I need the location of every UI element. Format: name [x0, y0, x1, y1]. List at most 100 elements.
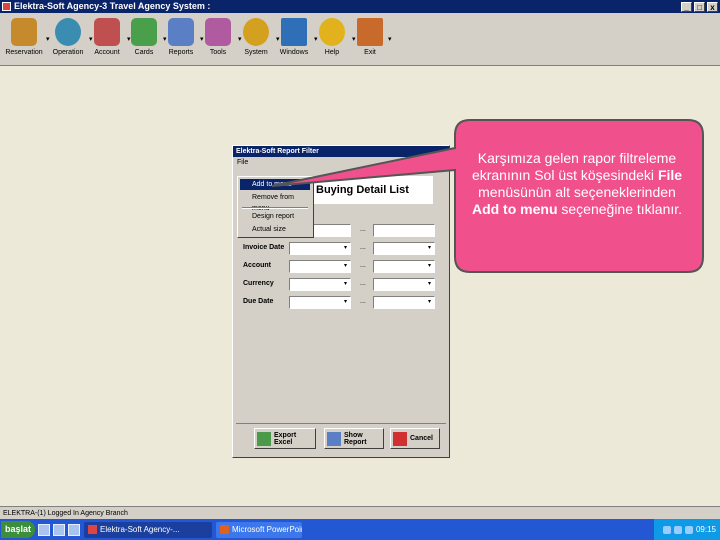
toolbar-label: Tools: [209, 49, 227, 56]
powerpoint-icon: [220, 525, 229, 534]
taskbar-item-label: Microsoft PowerPoint - [...: [232, 525, 302, 534]
dialog-button-bar: Export Excel Show Report Cancel: [236, 423, 446, 453]
status-bar: ELEKTRA-(1) Logged In Agency Branch: [0, 506, 720, 519]
invoice-date-to-select[interactable]: ▾: [373, 242, 435, 255]
reports-icon: [168, 18, 194, 46]
toolbar-label: Windows: [279, 49, 309, 56]
chevron-down-icon[interactable]: ▾: [342, 280, 349, 289]
taskbar-item-powerpoint[interactable]: Microsoft PowerPoint - [...: [216, 521, 302, 538]
chevron-down-icon[interactable]: ▾: [342, 244, 349, 253]
chevron-down-icon[interactable]: ▾: [426, 244, 433, 253]
chevron-down-icon[interactable]: ▾: [342, 298, 349, 307]
account-icon: [94, 18, 120, 46]
quicklaunch-browser-icon[interactable]: [53, 523, 65, 536]
toolbar-tools-button[interactable]: Tools: [198, 15, 238, 63]
show-report-button[interactable]: Show Report: [324, 428, 384, 449]
filter-row: Account ▾ ... ▾: [241, 260, 443, 274]
account-from-select[interactable]: ▾: [289, 260, 351, 273]
menu-item-design-report[interactable]: Design report: [240, 211, 310, 222]
toolbar-reports-button[interactable]: Reports: [161, 15, 201, 63]
excel-icon: [257, 431, 271, 446]
filter-label: Account: [243, 262, 271, 269]
main-toolbar: Reservation ▾ Operation ▾ Account ▾ Card…: [0, 13, 720, 75]
range-separator: ...: [360, 280, 366, 287]
system-tray: 09:15: [654, 519, 720, 540]
toolbar-label: Help: [324, 49, 340, 56]
help-icon: [319, 18, 345, 46]
minimize-button[interactable]: _: [681, 1, 692, 12]
tray-volume-icon[interactable]: [673, 525, 682, 534]
window-title: Elektra-Soft Agency-3 Travel Agency Syst…: [14, 1, 211, 11]
tools-icon: [205, 18, 231, 46]
toolbar-windows-button[interactable]: Windows: [274, 15, 314, 63]
callout-text-part: menüsünün alt seçeneklerinden: [478, 184, 676, 200]
dialog-menubar: File: [233, 157, 449, 168]
tray-network-icon[interactable]: [662, 525, 671, 534]
toolbar-label: Cards: [134, 49, 154, 56]
range-separator: ...: [360, 262, 366, 269]
filter-row: Invoice Date ▾ ... ▾: [241, 242, 443, 256]
toolbar-reservation-button[interactable]: Reservation: [4, 15, 44, 63]
chevron-down-icon[interactable]: ▾: [426, 298, 433, 307]
chevron-down-icon[interactable]: ▾: [426, 280, 433, 289]
toolbar-cards-button[interactable]: Cards: [124, 15, 164, 63]
callout-bold-file: File: [657, 167, 683, 183]
tray-security-icon[interactable]: [684, 525, 693, 534]
windows-taskbar: başlat Elektra-Soft Agency-... Microsoft…: [0, 519, 720, 540]
toolbar-operation-button[interactable]: Operation: [48, 15, 88, 63]
toolbar-system-button[interactable]: System: [236, 15, 276, 63]
callout-bold-add-to-menu: Add to menu: [471, 201, 558, 217]
operation-icon: [55, 18, 81, 46]
toolbar-account-button[interactable]: Account: [87, 15, 127, 63]
toolbar-label: Reservation: [5, 49, 43, 56]
window-titlebar: Elektra-Soft Agency-3 Travel Agency Syst…: [0, 0, 720, 13]
reservation-icon: [11, 18, 37, 46]
close-button[interactable]: x: [707, 1, 718, 12]
quicklaunch-app-icon[interactable]: [68, 523, 80, 536]
taskbar-item-label: Elektra-Soft Agency-...: [100, 525, 180, 534]
toolbar-exit-button[interactable]: Exit: [350, 15, 390, 63]
account-to-select[interactable]: ▾: [373, 260, 435, 273]
toolbar-label: Exit: [364, 49, 376, 56]
filter-label: Currency: [243, 280, 274, 287]
filter-label: Invoice Date: [243, 244, 285, 251]
dropdown-arrow-icon[interactable]: ▾: [388, 35, 392, 43]
button-label: Export Excel: [274, 431, 297, 446]
menu-item-add-to-menu[interactable]: Add to menu: [240, 179, 310, 190]
range-separator: ...: [360, 298, 366, 305]
due-date-to-select[interactable]: ▾: [373, 296, 435, 309]
invoice-date-from-select[interactable]: ▾: [289, 242, 351, 255]
taskbar-item-elektra[interactable]: Elektra-Soft Agency-...: [84, 521, 212, 538]
file-dropdown-menu: Add to menu Remove from menu Design repo…: [237, 176, 314, 238]
chevron-down-icon[interactable]: ▾: [426, 262, 433, 271]
maximize-button[interactable]: □: [694, 1, 705, 12]
cards-icon: [131, 18, 157, 46]
menu-file[interactable]: File: [237, 159, 248, 166]
report-title: Buying Detail List: [313, 176, 433, 204]
menu-separator: [242, 207, 308, 209]
filter-to-field[interactable]: [373, 224, 435, 237]
callout-text: Karşımıza gelen rapor filtreleme ekranın…: [466, 150, 688, 218]
range-separator: ...: [360, 244, 366, 251]
menu-item-remove-from-menu[interactable]: Remove from menu: [240, 192, 310, 212]
due-date-from-select[interactable]: ▾: [289, 296, 351, 309]
windows-icon: [281, 18, 307, 46]
menu-item-actual-size[interactable]: Actual size: [240, 224, 310, 235]
toolbar-label: Account: [94, 49, 120, 56]
start-button[interactable]: başlat: [1, 521, 35, 538]
chevron-down-icon[interactable]: ▾: [342, 262, 349, 271]
currency-from-select[interactable]: ▾: [289, 278, 351, 291]
clock[interactable]: 09:15: [696, 525, 716, 534]
export-excel-button[interactable]: Export Excel: [254, 428, 316, 449]
toolbar-help-button[interactable]: Help: [312, 15, 352, 63]
button-label: Show Report: [344, 431, 367, 446]
quicklaunch-desktop-icon[interactable]: [38, 523, 50, 536]
cancel-button[interactable]: Cancel: [390, 428, 440, 449]
callout-text-part: Karşımıza gelen rapor filtreleme ekranın…: [471, 150, 677, 183]
filter-label: Due Date: [243, 298, 274, 305]
currency-to-select[interactable]: ▾: [373, 278, 435, 291]
range-separator: ...: [360, 226, 366, 233]
toolbar-label: Reports: [168, 49, 194, 56]
callout-text-part: seçeneğine tıklanır.: [557, 201, 683, 217]
button-label: Cancel: [410, 435, 433, 442]
